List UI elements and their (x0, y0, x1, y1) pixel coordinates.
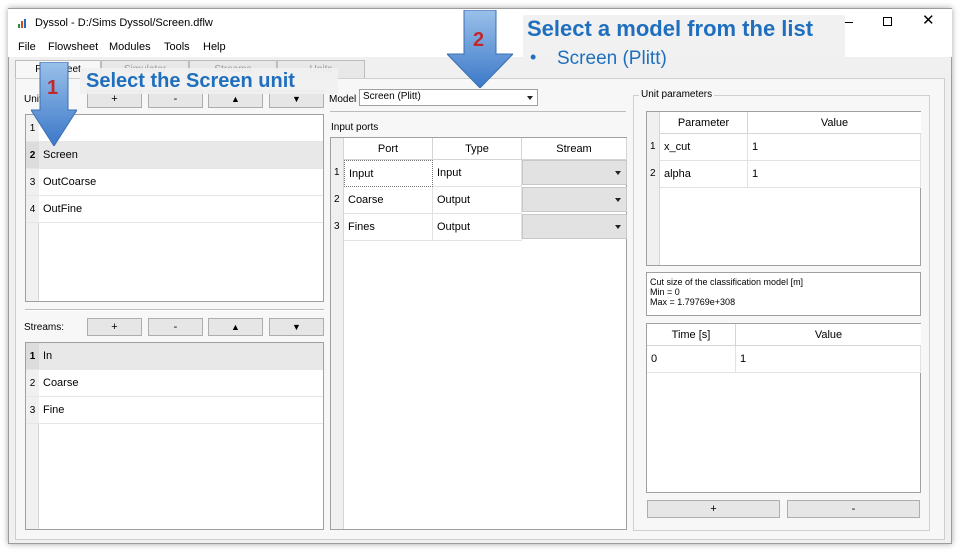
row-number: 1 (650, 141, 656, 152)
callout-2-item: Screen (Plitt) (557, 48, 667, 69)
chevron-down-icon (615, 198, 621, 202)
column-header-parameter: Parameter (660, 112, 748, 134)
move-stream-up-button[interactable]: ▲ (208, 318, 263, 336)
stream-select[interactable] (522, 214, 627, 239)
streams-list: 1 In 2 Coarse 3 Fine (25, 342, 324, 530)
column-header-time: Time [s] (647, 324, 736, 346)
menu-modules[interactable]: Modules (109, 41, 151, 53)
arrow-down-icon (31, 62, 77, 146)
parameters-table: Parameter Value 1 x_cut 1 2 alpha 1 (646, 111, 921, 266)
callout-1-number: 1 (47, 77, 59, 99)
port-name-cell[interactable]: Input (344, 160, 433, 187)
streams-label: Streams: (24, 322, 65, 333)
chevron-down-icon (615, 225, 621, 229)
stream-name: Coarse (43, 377, 79, 389)
model-label: Model (329, 94, 357, 105)
callout-1-text: Select the Screen unit (86, 70, 295, 92)
model-select-value: Screen (Plitt) (363, 91, 421, 102)
description-line: Min = 0 (650, 287, 680, 297)
close-icon[interactable]: ✕ (922, 13, 935, 28)
menu-tools[interactable]: Tools (164, 41, 190, 53)
parameter-name-cell: x_cut (660, 134, 748, 161)
column-header-port: Port (344, 138, 433, 160)
menu-flowsheet[interactable]: Flowsheet (48, 41, 98, 53)
remove-time-point-button[interactable]: - (787, 500, 920, 518)
list-item[interactable]: 2 Coarse (26, 370, 323, 397)
stream-select[interactable] (522, 187, 627, 212)
chevron-down-icon (615, 171, 621, 175)
port-type-cell: Input (433, 160, 522, 187)
stream-name: Fine (43, 404, 65, 416)
input-ports-label: Input ports (331, 122, 379, 133)
column-header-type: Type (433, 138, 522, 160)
unit-name: OutFine (43, 203, 83, 215)
column-header-stream: Stream (522, 138, 627, 160)
unit-name: OutCoarse (43, 176, 97, 188)
callout-2-number: 2 (473, 29, 485, 51)
chevron-down-icon (527, 96, 533, 100)
list-item[interactable]: 1 In (26, 343, 323, 370)
row-number: 1 (26, 343, 39, 369)
unit-name: Screen (43, 149, 78, 161)
parameter-value-cell[interactable]: 1 (748, 161, 921, 188)
time-value-table: Time [s] Value 0 1 (646, 323, 921, 493)
row-number: 2 (26, 370, 39, 396)
add-time-point-button[interactable]: + (647, 500, 780, 518)
remove-stream-button[interactable]: - (148, 318, 203, 336)
port-name-cell[interactable]: Coarse (344, 187, 433, 214)
splitter[interactable] (25, 309, 324, 311)
model-separator (330, 111, 626, 112)
row-number: 1 (334, 167, 340, 178)
row-number: 3 (26, 397, 39, 423)
window-title: Dyssol - D:/Sims Dyssol/Screen.dflw (35, 17, 213, 29)
list-item[interactable]: 3 Fine (26, 397, 323, 424)
stream-select[interactable] (522, 160, 627, 185)
menu-file[interactable]: File (18, 41, 36, 53)
params-row-header (647, 112, 660, 265)
column-header-value: Value (748, 112, 921, 134)
row-number: 2 (650, 168, 656, 179)
port-type-cell: Output (433, 214, 522, 241)
list-item[interactable]: 3 OutCoarse (26, 169, 323, 196)
value-cell[interactable]: 1 (736, 346, 921, 373)
description-line: Max = 1.79769e+308 (650, 297, 736, 307)
row-number: 4 (26, 196, 39, 222)
row-number: 3 (334, 221, 340, 232)
port-name-cell[interactable]: Fines (344, 214, 433, 241)
row-number: 3 (26, 169, 39, 195)
minimize-icon[interactable] (844, 22, 853, 23)
ports-table: Port Type Stream 1 Input Input 2 Coarse … (330, 137, 627, 530)
parameter-description: Cut size of the classification model [m]… (646, 272, 921, 316)
app-icon (17, 17, 29, 29)
row-number: 2 (334, 194, 340, 205)
list-item[interactable]: 4 OutFine (26, 196, 323, 223)
maximize-icon[interactable] (883, 17, 892, 26)
stream-name: In (43, 350, 53, 362)
move-stream-down-button[interactable]: ▼ (269, 318, 324, 336)
port-type-cell: Output (433, 187, 522, 214)
callout-2-title: Select a model from the list (527, 16, 814, 41)
description-line: Cut size of the classification model [m] (650, 277, 804, 287)
model-select[interactable]: Screen (Plitt) (359, 89, 538, 106)
time-cell[interactable]: 0 (647, 346, 736, 373)
parameter-name-cell: alpha (660, 161, 748, 188)
menu-help[interactable]: Help (203, 41, 226, 53)
add-stream-button[interactable]: + (87, 318, 142, 336)
unit-parameters-label: Unit parameters (639, 89, 715, 100)
parameter-value-cell[interactable]: 1 (748, 134, 921, 161)
column-header-value: Value (736, 324, 921, 346)
callout-2-bullet: • (530, 47, 537, 67)
list-item[interactable]: 2 Screen (26, 142, 323, 169)
